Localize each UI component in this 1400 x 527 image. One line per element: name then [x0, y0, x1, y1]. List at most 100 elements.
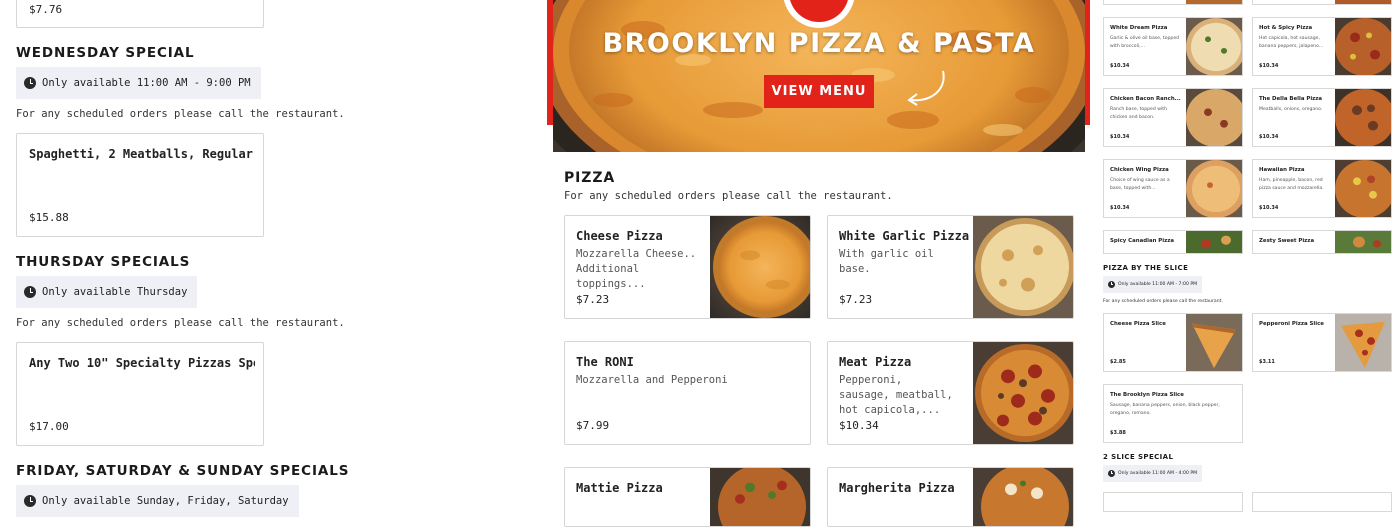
item-image — [973, 468, 1073, 526]
clock-icon — [24, 77, 36, 89]
menu-item-card[interactable]: Pepperoni Pizza Slice $3.11 — [1252, 313, 1392, 372]
clock-icon — [1108, 281, 1115, 288]
item-image — [1335, 0, 1391, 4]
item-price: $3.11 — [1259, 359, 1275, 365]
item-name: White Dream Pizza — [1110, 25, 1168, 31]
item-name: Cheese Pizza — [576, 229, 663, 243]
availability-badge: Only available 11:00 AM - 4:00 PM — [1103, 465, 1203, 482]
item-price: $10.34 — [1259, 63, 1279, 69]
menu-item-card[interactable]: The Della Bella Pizza Meatballs, onions,… — [1252, 88, 1392, 147]
item-price: $10.34 — [1259, 134, 1279, 140]
section-title-weekend: FRIDAY, SATURDAY & SUNDAY SPECIALS — [16, 463, 350, 479]
item-price: $10.34 — [839, 419, 879, 432]
menu-item-card[interactable] — [1252, 0, 1392, 5]
menu-item-card[interactable]: Hot & Spicy Pizza Hot capicola, hot saus… — [1252, 17, 1392, 76]
item-name: Spaghetti, 2 Meatballs, Regular Tossed..… — [29, 147, 255, 161]
menu-item-card[interactable] — [1103, 0, 1243, 5]
item-name: Chicken Wing Pizza — [1110, 167, 1169, 173]
section-title-two-slice: 2 SLICE SPECIAL — [1103, 453, 1174, 461]
item-description: Mozzarella and Pepperoni — [576, 374, 728, 386]
item-name: Mattie Pizza — [576, 481, 663, 495]
section-title-slice: PIZZA BY THE SLICE — [1103, 264, 1189, 272]
menu-item-card[interactable]: The RONI Mozzarella and Pepperoni $7.99 — [564, 341, 811, 445]
item-price: $3.88 — [1110, 430, 1126, 436]
item-price: $7.23 — [839, 293, 873, 306]
availability-text: Only available Sunday, Friday, Saturday — [42, 495, 289, 507]
item-image — [1335, 160, 1391, 217]
availability-badge: Only available 11:00 AM - 9:00 PM — [16, 67, 261, 99]
item-name: The Della Bella Pizza — [1259, 96, 1323, 102]
item-image — [1186, 160, 1242, 217]
availability-text: Only available 11:00 AM - 4:00 PM — [1118, 471, 1198, 476]
menu-item-card[interactable]: Spaghetti, 2 Meatballs, Regular Tossed..… — [16, 133, 264, 237]
availability-badge: Only available Thursday — [16, 276, 198, 308]
clock-icon — [1108, 470, 1115, 477]
item-price: $15.88 — [29, 211, 69, 224]
item-image — [1335, 231, 1391, 253]
availability-text: Only available Thursday — [42, 286, 188, 298]
section-note: For any scheduled orders please call the… — [564, 190, 893, 202]
menu-item-card[interactable]: Spicy Canadian Pizza — [1103, 230, 1243, 254]
previous-item-card[interactable]: $7.76 — [16, 0, 264, 28]
menu-item-card[interactable]: White Dream Pizza Garlic & olive oil bas… — [1103, 17, 1243, 76]
menu-item-card[interactable]: Cheese Pizza Slice $2.85 — [1103, 313, 1243, 372]
item-description: Choice of wing sauce as a base, topped w… — [1110, 178, 1170, 191]
item-name: Any Two 10" Specialty Pizzas Special — [29, 356, 255, 370]
menu-item-card[interactable]: Meat Pizza Pepperoni, sausage, meatball,… — [827, 341, 1074, 445]
menu-item-card[interactable]: Mattie Pizza — [564, 467, 811, 527]
item-price: $10.34 — [1110, 134, 1130, 140]
item-image — [1335, 18, 1391, 75]
item-name: Meat Pizza — [839, 355, 912, 369]
clock-icon — [24, 286, 36, 298]
curved-arrow-icon — [907, 70, 945, 106]
item-name: Chicken Bacon Ranch... — [1110, 96, 1181, 102]
item-image — [1186, 0, 1242, 4]
item-description: Meatballs, onions, oregano. — [1259, 107, 1323, 112]
item-image — [1335, 89, 1391, 146]
availability-text: Only available 11:00 AM - 9:00 PM — [42, 77, 251, 89]
item-price: $7.23 — [576, 293, 610, 306]
view-menu-button[interactable]: VIEW MENU — [764, 75, 874, 108]
item-description: Ham, pineapple, bacon, red pizza sauce a… — [1259, 178, 1324, 191]
item-name: Margherita Pizza — [839, 481, 955, 495]
item-price: $17.00 — [29, 420, 69, 433]
item-name: White Garlic Pizza — [839, 229, 970, 243]
hero-banner: BROOKLYN PIZZA & PASTA VIEW MENU — [553, 0, 1085, 152]
item-name: Hawaiian Pizza — [1259, 167, 1305, 173]
availability-text: Only available 11:00 AM - 7:00 PM — [1118, 282, 1198, 287]
item-image — [1186, 231, 1242, 253]
menu-item-card[interactable]: White Garlic Pizza With garlic oil base.… — [827, 215, 1074, 319]
item-description: Ranch base, topped with chicken and baco… — [1110, 107, 1167, 120]
item-image — [1186, 18, 1242, 75]
section-note: For any scheduled orders please call the… — [16, 317, 345, 329]
section-title-thursday: THURSDAY SPECIALS — [16, 254, 191, 270]
item-name: Zesty Sweet Pizza — [1259, 238, 1315, 244]
item-name: The RONI — [576, 355, 634, 369]
menu-item-card[interactable]: Hawaiian Pizza Ham, pineapple, bacon, re… — [1252, 159, 1392, 218]
clock-icon — [24, 495, 36, 507]
item-price: $2.85 — [1110, 359, 1126, 365]
item-image — [710, 468, 810, 526]
item-description: With garlic oil base. — [839, 248, 934, 275]
hero-title: BROOKLYN PIZZA & PASTA — [602, 28, 1036, 59]
item-description: Garlic & olive oil base, topped with bro… — [1110, 36, 1180, 49]
menu-item-card[interactable]: Chicken Bacon Ranch... Ranch base, toppe… — [1103, 88, 1243, 147]
section-note: For any scheduled orders please call the… — [1103, 299, 1223, 304]
item-name: Cheese Pizza Slice — [1110, 321, 1166, 327]
item-name: The Brooklyn Pizza Slice — [1110, 392, 1184, 398]
menu-item-card[interactable]: Margherita Pizza — [827, 467, 1074, 527]
menu-item-card[interactable]: Chicken Wing Pizza Choice of wing sauce … — [1103, 159, 1243, 218]
menu-item-card[interactable] — [1252, 492, 1392, 512]
menu-item-card[interactable]: Zesty Sweet Pizza — [1252, 230, 1392, 254]
menu-item-card[interactable] — [1103, 492, 1243, 512]
item-price: $10.34 — [1110, 63, 1130, 69]
item-price: $10.34 — [1110, 205, 1130, 211]
menu-item-card[interactable]: Cheese Pizza Mozzarella Cheese.. Additio… — [564, 215, 811, 319]
item-image — [973, 342, 1073, 444]
menu-item-card[interactable]: The Brooklyn Pizza Slice Sausage, banana… — [1103, 384, 1243, 443]
section-title-pizza: PIZZA — [564, 170, 616, 186]
item-description: Pepperoni, sausage, meatball, hot capico… — [839, 374, 953, 416]
item-description: Hot capicola, hot sausage, banana pepper… — [1259, 36, 1324, 49]
availability-badge: Only available Sunday, Friday, Saturday — [16, 485, 299, 517]
menu-item-card[interactable]: Any Two 10" Specialty Pizzas Special $17… — [16, 342, 264, 446]
